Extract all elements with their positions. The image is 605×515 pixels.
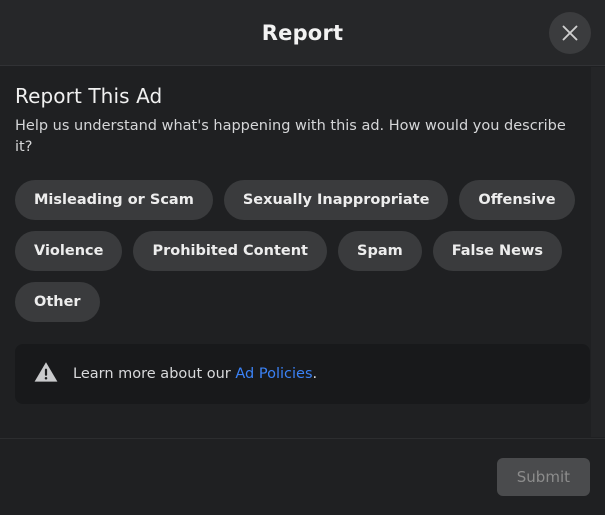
notice-text-after: . <box>312 365 318 382</box>
section-heading: Report This Ad <box>15 84 163 108</box>
ad-policies-notice: Learn more about our Ad Policies. <box>15 344 590 405</box>
reason-chip-false-news[interactable]: False News <box>432 231 563 272</box>
reason-chip-sexually-inappropriate[interactable]: Sexually Inappropriate <box>223 180 449 221</box>
reason-chip-prohibited-content[interactable]: Prohibited Content <box>133 231 327 272</box>
close-button[interactable] <box>549 11 591 54</box>
reason-chip-violence[interactable]: Violence <box>15 231 123 272</box>
reason-chip-misleading-or-scam[interactable]: Misleading or Scam <box>15 180 213 221</box>
report-ad-modal: Report Report This Ad Help us understand… <box>0 0 605 515</box>
ad-policies-link[interactable]: Ad Policies <box>235 366 312 382</box>
section-description: Help us understand what's happening with… <box>15 118 566 156</box>
reason-chip-offensive[interactable]: Offensive <box>459 180 575 221</box>
close-icon <box>561 24 579 42</box>
modal-header: Report <box>0 0 605 66</box>
page-title: Report <box>261 20 344 45</box>
warning-triangle-icon <box>33 360 59 388</box>
reason-chip-group: Misleading or Scam Sexually Inappropriat… <box>15 180 590 323</box>
modal-footer: Submit <box>0 438 605 515</box>
reason-chip-other[interactable]: Other <box>15 282 100 323</box>
notice-text: Learn more about our Ad Policies. <box>73 364 317 384</box>
notice-text-before: Learn more about our <box>73 365 236 382</box>
reason-chip-spam[interactable]: Spam <box>338 231 422 272</box>
submit-button[interactable]: Submit <box>496 458 590 496</box>
modal-body: Report This Ad Help us understand what's… <box>0 66 605 438</box>
